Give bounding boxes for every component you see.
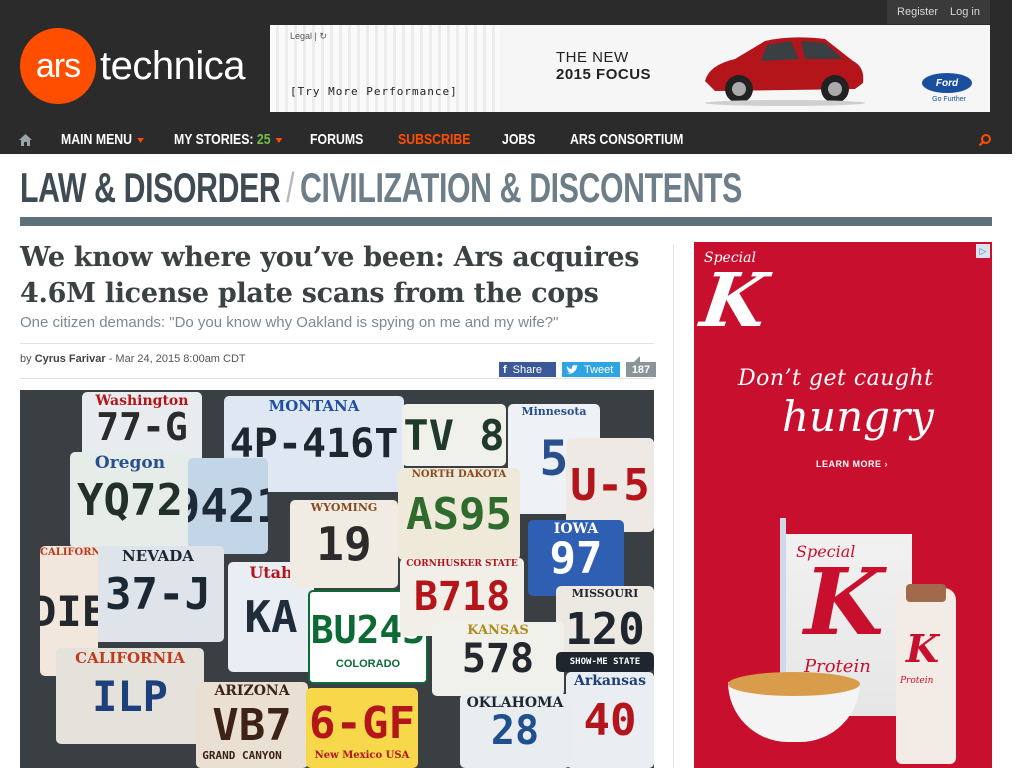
stories-count: 25	[256, 131, 271, 148]
ad-legal-link[interactable]: Legal | ↻	[290, 31, 327, 42]
section-law-disorder[interactable]: LAW & DISORDER	[20, 164, 281, 211]
main-nav: MAIN MENU MY STORIES: 25 FORUMS SUBSCRIB…	[0, 126, 1012, 154]
chevron-down-icon	[136, 137, 144, 143]
ad-headline: Don’t get caught	[738, 366, 934, 391]
nav-forums[interactable]: FORUMS	[310, 131, 363, 148]
license-plate: OKLAHOMA 28	[460, 694, 570, 768]
article-date: - Mar 24, 2015 8:00am CDT	[108, 353, 246, 365]
cereal-bowl-contents	[728, 672, 860, 696]
special-k-wordmark: Special	[704, 250, 756, 266]
section-civilization[interactable]: CIVILIZATION & DISCONTENTS	[300, 164, 742, 211]
shake-bottle-label: Protein	[900, 676, 934, 686]
tweet-button[interactable]: Tweet	[562, 362, 620, 377]
sidebar-ad[interactable]: ▷ K Special Don’t get caught hungry LEAR…	[694, 242, 992, 768]
home-icon[interactable]	[18, 133, 33, 147]
section-rule	[20, 217, 992, 226]
license-plate: 9421	[188, 458, 268, 554]
license-plate: NORTH DAKOTA AS95	[398, 468, 520, 560]
site-header: Register Log in ars technica Legal | ↻ […	[0, 0, 1012, 126]
divider	[20, 378, 654, 379]
article-lead-image[interactable]: Washington 77-G MONTANA 4P-416T TV 8 Minne…	[20, 390, 654, 768]
ford-logo: Ford	[922, 73, 972, 93]
facebook-share-button[interactable]: f Share	[499, 362, 556, 377]
nav-main-menu[interactable]: MAIN MENU	[61, 131, 144, 148]
author-link[interactable]: Cyrus Farivar	[35, 353, 106, 365]
license-plate: NEVADA 37-J	[92, 546, 224, 642]
article-title: We know where you’ve been: Ars acquires …	[20, 242, 640, 309]
login-link[interactable]: Log in	[950, 6, 980, 18]
license-plate: IOWA 97	[528, 520, 624, 596]
ad-headline-emphasis: hungry	[782, 392, 934, 441]
ad-headline-model: 2015 FOCUS	[556, 66, 652, 83]
nav-ars-consortium[interactable]: ARS CONSORTIUM	[570, 131, 683, 148]
license-plate: Oregon YQ72	[70, 452, 190, 548]
chevron-down-icon	[275, 137, 283, 143]
special-k-logo: K	[695, 258, 773, 344]
ad-headline: THE NEW	[556, 49, 629, 66]
nav-my-stories[interactable]: MY STORIES: 25	[174, 131, 283, 148]
license-plate: CALIFORNIA ILP	[56, 648, 204, 744]
nav-subscribe[interactable]: SUBSCRIBE	[398, 131, 470, 148]
byline: by Cyrus Farivar - Mar 24, 2015 8:00am C…	[20, 353, 246, 365]
logo-badge: ars	[20, 28, 96, 104]
license-plate: TV 8	[402, 404, 506, 466]
ad-tagline: Go Further	[932, 96, 966, 103]
license-plate: GRAND CANYON	[196, 742, 288, 768]
top-banner-ad[interactable]: Legal | ↻ [Try More Performance] THE NEW…	[270, 25, 990, 112]
license-plate: SHOW-ME STATE	[556, 652, 654, 672]
divider	[20, 343, 654, 344]
twitter-icon	[566, 364, 578, 374]
share-bar: f Share Tweet 187	[499, 356, 656, 377]
search-icon[interactable]	[978, 133, 992, 147]
license-plate: U-5	[566, 438, 654, 532]
user-bar: Register Log in	[887, 0, 990, 24]
shake-bottle-logo: K	[906, 626, 940, 671]
logo-wordmark: technica	[100, 43, 245, 88]
section-title: LAW & DISORDER / CIVILIZATION & DISCONTENT…	[20, 164, 742, 212]
comments-count[interactable]: 187	[626, 356, 656, 377]
ad-cta[interactable]: [Try More Performance]	[290, 85, 458, 98]
license-plate: Arkansas 40	[566, 672, 654, 768]
register-link[interactable]: Register	[897, 6, 938, 18]
car-image	[705, 37, 865, 106]
license-plate: KANSAS 578	[432, 622, 564, 696]
site-logo[interactable]: ars technica	[20, 28, 245, 104]
shake-bottle-cap	[906, 584, 946, 602]
nav-jobs[interactable]: JOBS	[502, 131, 536, 148]
facebook-icon: f	[503, 363, 507, 376]
license-plate: WYOMING 19	[290, 500, 398, 588]
learn-more-link[interactable]: LEARN MORE ›	[816, 459, 888, 469]
article-subtitle: One citizen demands: "Do you know why Oa…	[20, 314, 559, 331]
column-divider	[673, 244, 674, 768]
section-separator: /	[286, 164, 295, 211]
adchoices-icon[interactable]: ▷	[976, 244, 990, 258]
license-plate: New Mexico USA 6-GF	[306, 688, 418, 768]
